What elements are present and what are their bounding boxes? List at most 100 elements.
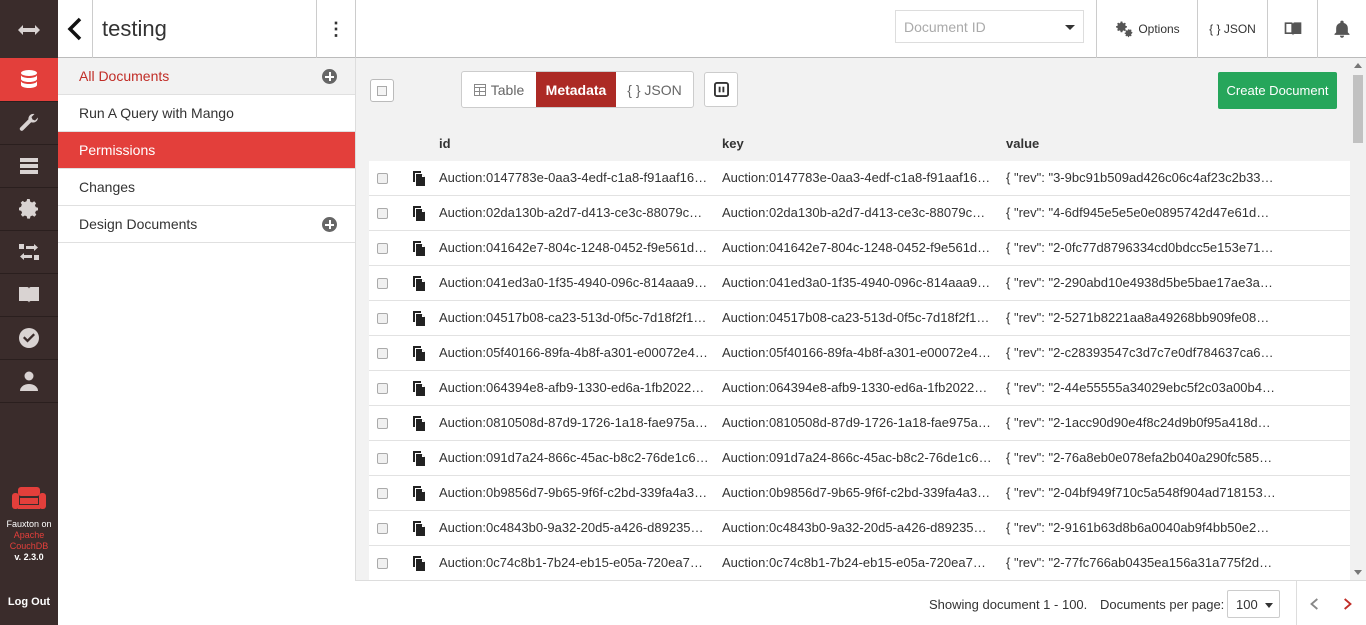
nav-verify[interactable] — [0, 316, 58, 359]
options-button[interactable]: Options — [1096, 0, 1197, 58]
cell-id[interactable]: Auction:0c74c8b1-7b24-eb15-e05a-720ea72… — [439, 555, 709, 570]
copy-icon[interactable] — [412, 521, 426, 536]
copy-icon[interactable] — [412, 451, 426, 466]
table-row[interactable]: Auction:0810508d-87d9-1726-1a18-fae975ac… — [369, 406, 1350, 441]
cell-id[interactable]: Auction:041642e7-804c-1248-0452-f9e561d5… — [439, 240, 709, 255]
nav-user[interactable] — [0, 359, 58, 402]
header-json-button[interactable]: { } JSON — [1197, 0, 1267, 58]
notifications-button[interactable] — [1317, 0, 1366, 58]
column-header-id[interactable]: id — [439, 136, 451, 151]
brand-line-2[interactable]: Apache — [0, 530, 58, 541]
nav-active-tasks[interactable] — [0, 144, 58, 187]
nav-replication[interactable] — [0, 230, 58, 273]
previous-page-button[interactable] — [1301, 591, 1327, 617]
table-row[interactable]: Auction:091d7a24-866c-45ac-b8c2-76de1c68… — [369, 441, 1350, 476]
table-icon — [473, 83, 486, 96]
metadata-view-button[interactable]: Metadata — [536, 72, 616, 107]
cell-id[interactable]: Auction:04517b08-ca23-513d-0f5c-7d18f2f1… — [439, 310, 709, 325]
scroll-up-arrow-icon[interactable] — [1354, 63, 1362, 68]
replication-icon — [19, 243, 39, 260]
sidebar-item-design-documents[interactable]: Design Documents — [58, 206, 355, 243]
nav-config[interactable] — [0, 187, 58, 230]
row-checkbox[interactable] — [377, 243, 388, 254]
toggle-columns-button[interactable] — [704, 72, 738, 107]
cell-id[interactable]: Auction:0c4843b0-9a32-20d5-a426-d892350… — [439, 520, 709, 535]
table-row[interactable]: Auction:041ed3a0-1f35-4940-096c-814aaa92… — [369, 266, 1350, 301]
toggle-nav-button[interactable] — [0, 8, 58, 51]
cell-id[interactable]: Auction:02da130b-a2d7-d413-ce3c-88079ca… — [439, 205, 709, 220]
sidebar-item-all-documents[interactable]: All Documents — [58, 58, 355, 95]
table-row[interactable]: Auction:0c4843b0-9a32-20d5-a426-d892350…… — [369, 511, 1350, 546]
add-icon[interactable] — [322, 69, 337, 84]
table-row[interactable]: Auction:04517b08-ca23-513d-0f5c-7d18f2f1… — [369, 301, 1350, 336]
page-title: testing — [102, 16, 167, 41]
cell-id[interactable]: Auction:064394e8-afb9-1330-ed6a-1fb20222… — [439, 380, 709, 395]
cell-id[interactable]: Auction:0810508d-87d9-1726-1a18-fae975ac… — [439, 415, 709, 430]
copy-icon[interactable] — [412, 206, 426, 221]
cell-id[interactable]: Auction:0147783e-0aa3-4edf-c1a8-f91aaf16… — [439, 170, 709, 185]
row-checkbox[interactable] — [377, 418, 388, 429]
row-checkbox[interactable] — [377, 278, 388, 289]
docs-button[interactable] — [1267, 0, 1317, 58]
table-row[interactable]: Auction:0b9856d7-9b65-9f6f-c2bd-339fa4a3… — [369, 476, 1350, 511]
table-row[interactable]: Auction:02da130b-a2d7-d413-ce3c-88079ca…… — [369, 196, 1350, 231]
document-id-input[interactable] — [896, 11, 1056, 42]
copy-icon[interactable] — [412, 486, 426, 501]
copy-icon[interactable] — [412, 311, 426, 326]
brand-line-3[interactable]: CouchDB — [0, 541, 58, 552]
cell-id[interactable]: Auction:0b9856d7-9b65-9f6f-c2bd-339fa4a3… — [439, 485, 709, 500]
table-view-button[interactable]: Table — [462, 72, 536, 107]
cell-value: { "rev": "2-9161b63d8b6a0040ab9f4bb50e26… — [1006, 520, 1276, 535]
next-page-button[interactable] — [1335, 591, 1361, 617]
table-row[interactable]: Auction:041642e7-804c-1248-0452-f9e561d5… — [369, 231, 1350, 266]
copy-icon[interactable] — [412, 276, 426, 291]
row-checkbox[interactable] — [377, 488, 388, 499]
column-header-value[interactable]: value — [1006, 136, 1039, 151]
row-checkbox[interactable] — [377, 558, 388, 569]
vertical-scrollbar[interactable] — [1350, 58, 1366, 580]
copy-icon[interactable] — [412, 241, 426, 256]
json-view-button[interactable]: { } JSON — [616, 72, 693, 107]
add-icon[interactable] — [322, 217, 337, 232]
nav-setup[interactable] — [0, 101, 58, 144]
scrollbar-thumb[interactable] — [1353, 75, 1363, 143]
cell-value: { "rev": "2-5271b8221aa8a49268bb909fe080… — [1006, 310, 1276, 325]
sidebar-item-changes[interactable]: Changes — [58, 169, 355, 206]
logout-link[interactable]: Log Out — [0, 596, 58, 608]
document-id-search[interactable] — [895, 10, 1084, 43]
select-all-checkbox[interactable] — [370, 79, 394, 102]
nav-databases[interactable] — [0, 58, 58, 101]
row-checkbox[interactable] — [377, 173, 388, 184]
sidebar-item-permissions[interactable]: Permissions — [58, 132, 355, 169]
copy-icon[interactable] — [412, 171, 426, 186]
row-checkbox[interactable] — [377, 348, 388, 359]
row-checkbox[interactable] — [377, 383, 388, 394]
cell-id[interactable]: Auction:05f40166-89fa-4b8f-a301-e00072e4… — [439, 345, 709, 360]
copy-icon[interactable] — [412, 416, 426, 431]
copy-icon[interactable] — [412, 346, 426, 361]
column-header-key[interactable]: key — [722, 136, 744, 151]
cell-key: Auction:041642e7-804c-1248-0452-f9e561d5… — [722, 240, 992, 255]
sidebar-item-mango-query[interactable]: Run A Query with Mango — [58, 95, 355, 132]
row-checkbox[interactable] — [377, 453, 388, 464]
nav-documentation[interactable] — [0, 273, 58, 316]
row-checkbox[interactable] — [377, 313, 388, 324]
cell-key: Auction:05f40166-89fa-4b8f-a301-e00072e4… — [722, 345, 992, 360]
per-page-select[interactable]: 100 — [1227, 590, 1280, 618]
row-checkbox[interactable] — [377, 208, 388, 219]
table-row[interactable]: Auction:0147783e-0aa3-4edf-c1a8-f91aaf16… — [369, 161, 1350, 196]
cell-id[interactable]: Auction:041ed3a0-1f35-4940-096c-814aaa92… — [439, 275, 709, 290]
database-menu-button[interactable]: ⋮ — [316, 0, 356, 58]
copy-icon[interactable] — [412, 381, 426, 396]
table-view-label: Table — [490, 81, 525, 98]
scroll-down-arrow-icon[interactable] — [1354, 570, 1362, 575]
table-row[interactable]: Auction:064394e8-afb9-1330-ed6a-1fb20222… — [369, 371, 1350, 406]
table-row[interactable]: Auction:0c74c8b1-7b24-eb15-e05a-720ea72…… — [369, 546, 1350, 580]
caret-down-icon[interactable] — [1065, 25, 1075, 30]
back-button[interactable] — [58, 0, 91, 58]
table-row[interactable]: Auction:05f40166-89fa-4b8f-a301-e00072e4… — [369, 336, 1350, 371]
row-checkbox[interactable] — [377, 523, 388, 534]
cell-id[interactable]: Auction:091d7a24-866c-45ac-b8c2-76de1c68… — [439, 450, 709, 465]
copy-icon[interactable] — [412, 556, 426, 571]
create-document-button[interactable]: Create Document — [1218, 72, 1337, 109]
